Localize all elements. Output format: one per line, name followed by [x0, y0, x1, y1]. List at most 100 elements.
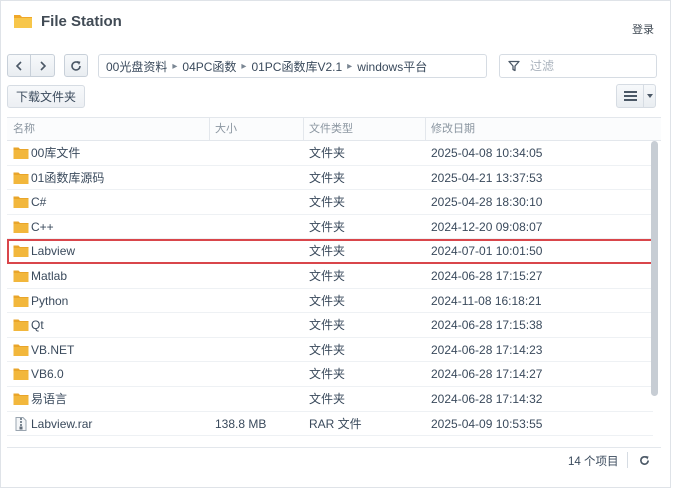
file-type: 文件夹 [309, 195, 346, 210]
modified-date: 2025-04-21 13:37:53 [431, 170, 543, 185]
folder-icon [13, 221, 29, 233]
file-name: 00库文件 [31, 146, 81, 160]
file-name: C# [31, 195, 47, 210]
file-station-app-icon [14, 15, 32, 28]
file-type: 文件夹 [309, 318, 346, 333]
file-type: 文件夹 [309, 219, 346, 234]
app-title: File Station [41, 13, 122, 30]
breadcrumb-item[interactable]: 00光盘资料 [106, 58, 167, 75]
modified-date: 2024-12-20 09:08:07 [431, 219, 543, 234]
folder-icon [13, 319, 29, 332]
title-bar: File Station 登录 [1, 1, 670, 41]
column-header-name[interactable]: 名称 [7, 118, 35, 140]
modified-date: 2024-06-28 17:15:27 [431, 269, 543, 283]
table-row[interactable]: 易语言 文件夹 2024-06-28 17:14:32 [7, 387, 653, 412]
table-row[interactable]: Labview.rar 138.8 MB RAR 文件 2025-04-09 10:5… [7, 412, 653, 437]
refresh-icon [639, 455, 649, 465]
modified-date: 2024-06-28 17:14:27 [431, 367, 543, 382]
item-count: 14 个项目 [568, 456, 619, 468]
modified-date: 2024-06-28 17:15:38 [431, 318, 543, 333]
folder-icon [13, 295, 29, 307]
chevron-right-icon [39, 60, 46, 71]
column-header-modified[interactable]: 修改日期 [425, 118, 475, 140]
column-header-type[interactable]: 文件类型 [303, 118, 353, 140]
breadcrumb-item[interactable]: 01PC函数库V2.1 [251, 58, 342, 75]
file-type: 文件夹 [309, 367, 346, 382]
modified-date: 2024-06-28 17:14:23 [431, 342, 543, 357]
column-header-size[interactable]: 大小 [209, 118, 237, 140]
table-row[interactable]: 01函数库源码 文件夹 2025-04-21 13:37:53 [7, 166, 653, 191]
file-name: Qt [31, 318, 44, 333]
modified-date: 2025-04-09 10:53:55 [431, 416, 543, 431]
download-folder-button[interactable]: 下载文件夹 [7, 85, 85, 108]
file-name: 易语言 [31, 392, 68, 406]
filter-icon [508, 60, 520, 72]
table-row[interactable]: Python 文件夹 2024-11-08 16:18:21 [7, 289, 653, 314]
table-header: 名称 大小 文件类型 修改日期 [7, 117, 661, 141]
refresh-icon [71, 60, 81, 71]
chevron-left-icon [15, 60, 22, 71]
table-body: 00库文件 文件夹 2025-04-08 10:34:05 01函数库源码 文件夹 202… [7, 141, 661, 457]
breadcrumb-item[interactable]: windows平台 [357, 58, 427, 75]
table-row[interactable]: Matlab 文件夹 2024-06-28 17:15:27 [7, 264, 653, 289]
refresh-button[interactable] [64, 54, 88, 77]
history-nav [7, 54, 55, 77]
breadcrumb-separator-icon: ▸ [172, 60, 178, 72]
file-name: Matlab [31, 269, 68, 283]
modified-date: 2025-04-28 18:30:10 [431, 195, 543, 210]
filter-input[interactable] [528, 58, 652, 74]
view-mode-button[interactable] [616, 84, 656, 108]
table-row[interactable]: Labview 文件夹 2024-07-01 10:01:50 [7, 239, 653, 264]
file-name: C++ [31, 219, 54, 234]
file-station-window: File Station 登录 00光盘资料 ▸ 04PC函数 ▸ 01PC函数… [0, 0, 671, 488]
folder-icon [13, 393, 29, 405]
modified-date: 2024-07-01 10:01:50 [431, 244, 543, 259]
table-row[interactable]: C# 文件夹 2025-04-28 18:30:10 [7, 190, 653, 215]
list-view-icon [617, 85, 644, 107]
folder-icon [13, 172, 29, 184]
file-type: 文件夹 [309, 244, 346, 259]
caret-down-icon [644, 94, 655, 98]
file-type: 文件夹 [309, 170, 346, 185]
file-type: 文件夹 [309, 146, 346, 160]
breadcrumb-separator-icon: ▸ [241, 60, 247, 72]
folder-icon [13, 147, 29, 159]
table-row[interactable]: VB6.0 文件夹 2024-06-28 17:14:27 [7, 362, 653, 387]
file-type: 文件夹 [309, 293, 346, 308]
file-type: 文件夹 [309, 342, 346, 357]
filter-box [499, 54, 657, 78]
file-name: VB.NET [31, 342, 75, 357]
table-row[interactable]: Qt 文件夹 2024-06-28 17:15:38 [7, 313, 653, 338]
folder-icon [13, 368, 29, 381]
file-name: 01函数库源码 [31, 170, 105, 185]
file-name: Python [31, 293, 69, 308]
footer-separator [627, 452, 628, 468]
file-type: 文件夹 [309, 392, 346, 406]
back-button[interactable] [7, 54, 31, 77]
footer-refresh-button[interactable] [636, 452, 652, 468]
footer-divider [7, 447, 661, 448]
folder-icon [13, 196, 29, 209]
forward-button[interactable] [31, 54, 55, 77]
file-name: Labview.rar [31, 416, 93, 431]
table-row[interactable]: 00库文件 文件夹 2025-04-08 10:34:05 [7, 141, 653, 166]
folder-icon [13, 344, 29, 356]
modified-date: 2024-06-28 17:14:32 [431, 392, 543, 406]
table-row[interactable]: C++ 文件夹 2024-12-20 09:08:07 [7, 215, 653, 240]
file-table: 名称 大小 文件类型 修改日期 00库文件 文件夹 2025-04-08 10:34… [7, 117, 661, 457]
breadcrumb-item[interactable]: 04PC函数 [182, 58, 236, 75]
modified-date: 2024-11-08 16:18:21 [431, 293, 542, 308]
folder-icon [13, 245, 29, 258]
breadcrumb: 00光盘资料 ▸ 04PC函数 ▸ 01PC函数库V2.1 ▸ windows平… [98, 54, 487, 78]
file-name: Labview [31, 244, 76, 259]
file-type: RAR 文件 [309, 416, 362, 431]
table-row[interactable]: VB.NET 文件夹 2024-06-28 17:14:23 [7, 338, 653, 363]
archive-file-icon [15, 416, 27, 431]
vertical-scrollbar[interactable] [651, 141, 658, 396]
file-name: VB6.0 [31, 367, 64, 382]
modified-date: 2025-04-08 10:34:05 [431, 146, 543, 160]
breadcrumb-separator-icon: ▸ [347, 60, 353, 72]
file-size: 138.8 MB [215, 416, 267, 431]
login-link[interactable]: 登录 [632, 21, 654, 37]
file-type: 文件夹 [309, 269, 346, 283]
